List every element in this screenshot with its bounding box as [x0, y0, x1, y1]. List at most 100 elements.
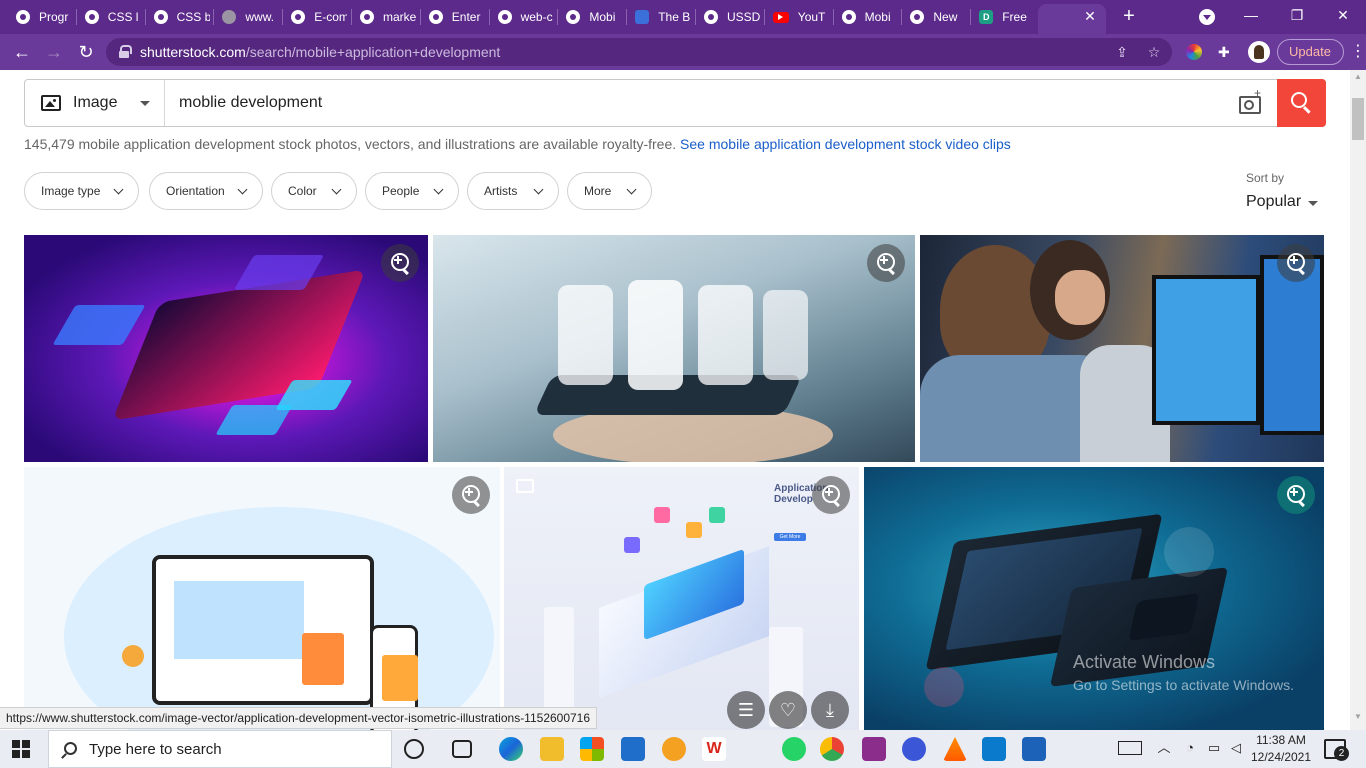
filter-more[interactable]: More: [567, 172, 652, 210]
filter-orientation[interactable]: Orientation: [149, 172, 263, 210]
browser-tab[interactable]: The B: [635, 4, 691, 30]
tab-separator: [75, 9, 77, 25]
share-icon[interactable]: ⇪: [1114, 44, 1130, 60]
forward-icon[interactable]: →: [42, 40, 66, 64]
video-clips-link[interactable]: See mobile application development stock…: [680, 136, 1011, 152]
scrollbar[interactable]: [1350, 70, 1366, 730]
browser-tab[interactable]: Progr: [16, 4, 72, 30]
sort-select[interactable]: Popular: [1246, 193, 1301, 211]
image-result[interactable]: [433, 235, 915, 462]
browser-tab[interactable]: CSS b: [153, 4, 210, 30]
zoom-icon[interactable]: [452, 476, 490, 514]
browser-tab[interactable]: USSD: [704, 4, 760, 30]
browser-tab-label: CSS b: [176, 10, 210, 24]
caret-down-icon[interactable]: [1308, 201, 1318, 206]
filter-people[interactable]: People: [365, 172, 459, 210]
scroll-up-icon[interactable]: ▲: [1352, 72, 1364, 82]
update-button[interactable]: Update: [1277, 39, 1344, 65]
clock-date[interactable]: 12/24/2021: [1250, 750, 1312, 764]
activate-windows-subtitle: Go to Settings to activate Windows.: [1073, 677, 1294, 693]
filter-artists[interactable]: Artists: [467, 172, 559, 210]
download-icon[interactable]: ⤓: [811, 691, 849, 729]
zoom-icon[interactable]: [1277, 244, 1315, 282]
browser-menu-icon[interactable]: ⋮: [1350, 42, 1366, 62]
photos-icon[interactable]: [1022, 737, 1046, 761]
tab-close-icon[interactable]: ✕: [1082, 8, 1098, 24]
windows-start-icon[interactable]: [12, 740, 30, 758]
tab-search-icon[interactable]: [1199, 9, 1215, 25]
filter-color[interactable]: Color: [271, 172, 357, 210]
zoom-icon[interactable]: [381, 244, 419, 282]
url-text[interactable]: shutterstock.com/search/mobile+applicati…: [140, 44, 500, 60]
browser-tab[interactable]: D Free: [979, 4, 1035, 30]
page-content: Image + 145,479 mobile application devel…: [0, 70, 1350, 730]
media-type-select[interactable]: Image: [25, 80, 165, 126]
cyberlink-icon[interactable]: [902, 737, 926, 761]
store-icon[interactable]: [580, 737, 604, 761]
taskbar-search-box[interactable]: Type here to search: [48, 730, 392, 768]
edge-stripe-icon: [635, 10, 650, 24]
collection-icon[interactable]: ☰: [727, 691, 765, 729]
sort-label: Sort by: [1246, 171, 1285, 185]
extensions-puzzle-icon[interactable]: ✚: [1218, 44, 1234, 60]
chevron-up-icon[interactable]: ︿: [1156, 740, 1172, 756]
browser-tab[interactable]: E-com: [291, 4, 347, 30]
filter-label: People: [382, 184, 420, 198]
mail-icon[interactable]: [621, 737, 645, 761]
browser-tab-label: web-c: [520, 10, 553, 24]
screen-card: [215, 405, 293, 435]
browser-tab[interactable]: Mobi: [841, 4, 898, 30]
image-result[interactable]: Application Develop Get More: [504, 467, 859, 730]
filter-image-type[interactable]: Image type: [24, 172, 139, 210]
browser-tab[interactable]: Enter: [428, 4, 485, 30]
browser-tab[interactable]: marke: [360, 4, 416, 30]
browser-tab[interactable]: CSS l: [84, 4, 141, 30]
zoom-icon[interactable]: [1277, 476, 1315, 514]
clock-time[interactable]: 11:38 AM: [1255, 733, 1307, 747]
file-explorer-icon[interactable]: [540, 737, 564, 761]
zoom-icon[interactable]: [867, 244, 905, 282]
app-screen: [558, 285, 613, 385]
vpn-icon[interactable]: [662, 737, 686, 761]
winrar-icon[interactable]: [862, 737, 886, 761]
edge-icon[interactable]: [499, 737, 523, 761]
minimize-icon[interactable]: —: [1236, 2, 1266, 28]
image-result[interactable]: [24, 467, 500, 730]
favorite-heart-icon[interactable]: ♡: [769, 691, 807, 729]
scroll-thumb[interactable]: [1352, 98, 1364, 140]
image-result[interactable]: [24, 235, 428, 462]
volume-icon[interactable]: ◁: [1228, 740, 1244, 756]
lock-icon[interactable]: [119, 45, 132, 58]
search-button[interactable]: [1277, 79, 1326, 127]
restore-icon[interactable]: ❐: [1282, 2, 1312, 28]
vscode-icon[interactable]: [982, 737, 1006, 761]
task-view-icon[interactable]: [452, 740, 472, 758]
bookmark-star-icon[interactable]: ☆: [1146, 44, 1162, 60]
profile-avatar[interactable]: [1248, 41, 1270, 63]
wps-icon[interactable]: W: [702, 737, 726, 761]
zoom-icon[interactable]: [812, 476, 850, 514]
cortana-icon[interactable]: [404, 739, 424, 759]
reload-icon[interactable]: ↻: [74, 40, 98, 64]
search-input[interactable]: [179, 88, 1219, 118]
close-window-icon[interactable]: ✕: [1328, 2, 1358, 28]
chrome-icon[interactable]: [820, 737, 844, 761]
new-tab-button[interactable]: +: [1118, 4, 1140, 28]
back-icon[interactable]: ←: [10, 40, 34, 64]
github-icon: [910, 10, 925, 24]
wifi-icon[interactable]: ◔: [1182, 740, 1198, 756]
image-result[interactable]: [920, 235, 1324, 462]
browser-tab[interactable]: Mobi: [566, 4, 622, 30]
color-extension-icon[interactable]: [1186, 44, 1202, 60]
github-icon: [291, 10, 306, 24]
browser-tab[interactable]: New: [910, 4, 966, 30]
keyboard-icon[interactable]: [1118, 741, 1142, 755]
app-screen: [763, 290, 808, 380]
battery-icon[interactable]: ▭: [1206, 740, 1222, 756]
whatsapp-icon[interactable]: [782, 737, 806, 761]
browser-tab[interactable]: www.: [222, 4, 278, 30]
monitor-screen: [1260, 255, 1324, 435]
scroll-down-icon[interactable]: ▼: [1352, 712, 1364, 722]
browser-tab[interactable]: YouT: [772, 4, 829, 30]
browser-tab[interactable]: web-c: [497, 4, 554, 30]
